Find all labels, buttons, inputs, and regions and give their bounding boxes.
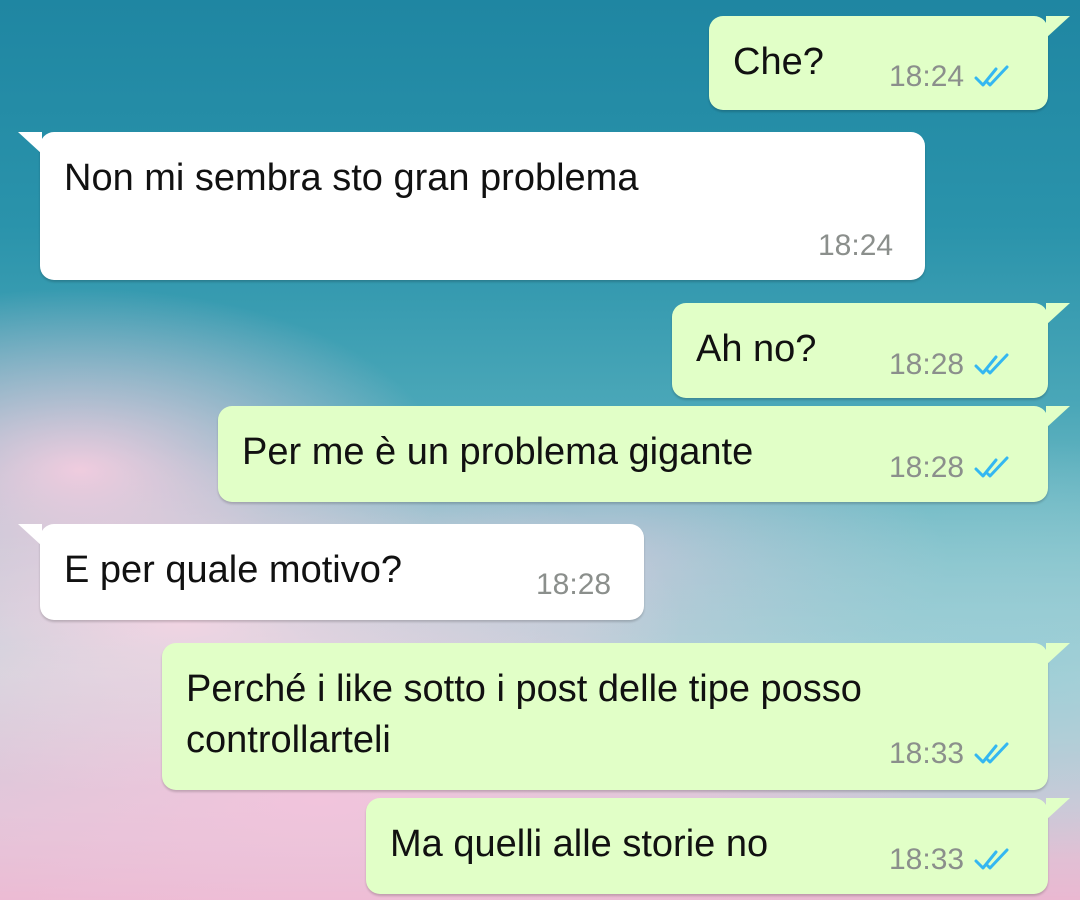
message-time: 18:24 bbox=[818, 229, 894, 262]
outgoing-message[interactable]: Che? 18:24 bbox=[709, 16, 1070, 110]
message-text: E per quale motivo? bbox=[64, 549, 402, 591]
incoming-message[interactable]: Non mi sembra sto gran problema 18:24 bbox=[18, 132, 925, 280]
message-text: controllarteli bbox=[186, 719, 391, 761]
double-check-read-icon bbox=[974, 456, 1009, 478]
outgoing-message[interactable]: Ma quelli alle storie no 18:33 bbox=[366, 798, 1070, 894]
message-time: 18:28 bbox=[889, 451, 965, 484]
message-time: 18:33 bbox=[889, 737, 965, 770]
outgoing-message[interactable]: Ah no? 18:28 bbox=[672, 303, 1070, 398]
message-meta: 18:24 bbox=[818, 229, 893, 263]
message-meta: 18:28 bbox=[536, 568, 611, 602]
message-text: Che? bbox=[733, 41, 824, 83]
outgoing-message[interactable]: Per me è un problema gigante 18:28 bbox=[218, 406, 1070, 502]
double-check-read-icon bbox=[974, 742, 1009, 764]
message-text: Ah no? bbox=[696, 328, 817, 370]
double-check-read-icon bbox=[974, 848, 1009, 870]
message-text: Non mi sembra sto gran problema bbox=[64, 157, 639, 199]
outgoing-message[interactable]: Perché i like sotto i post delle tipe po… bbox=[162, 643, 1070, 790]
message-list[interactable]: Che? 18:24 Non mi sembra sto gran proble… bbox=[0, 0, 1080, 900]
message-text: Ma quelli alle storie no bbox=[390, 823, 769, 865]
message-meta: 18:33 bbox=[889, 737, 1012, 771]
message-time: 18:28 bbox=[536, 568, 612, 601]
message-time: 18:24 bbox=[889, 60, 965, 93]
incoming-message[interactable]: E per quale motivo? 18:28 bbox=[18, 524, 644, 620]
message-time: 18:28 bbox=[889, 348, 965, 381]
double-check-read-icon bbox=[974, 65, 1009, 87]
message-time: 18:33 bbox=[889, 843, 965, 876]
message-meta: 18:28 bbox=[889, 348, 1012, 382]
double-check-read-icon bbox=[974, 353, 1009, 375]
message-meta: 18:24 bbox=[889, 60, 1012, 94]
message-meta: 18:33 bbox=[889, 843, 1012, 877]
message-text: Perché i like sotto i post delle tipe po… bbox=[186, 668, 862, 710]
message-text: Per me è un problema gigante bbox=[242, 431, 754, 473]
message-meta: 18:28 bbox=[889, 451, 1012, 485]
